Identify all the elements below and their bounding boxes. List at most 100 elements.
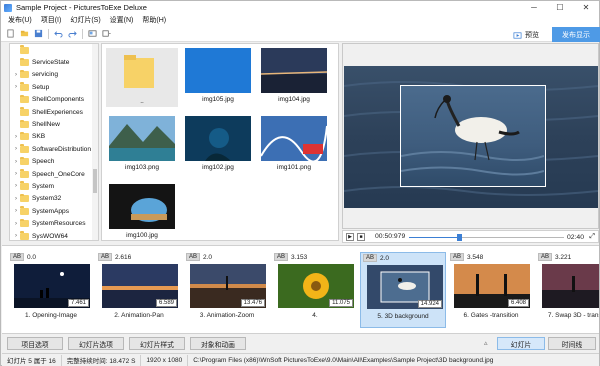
menu-slide[interactable]: 幻灯片(S)	[70, 15, 100, 25]
expand-arrow-icon[interactable]: ›	[12, 208, 20, 214]
ab-badge[interactable]: AB	[98, 253, 113, 261]
tree-item[interactable]	[10, 44, 98, 56]
file-browser: .. img105.jpg img104.jpg img103.png img102.j…	[101, 43, 339, 241]
slide-title: 3. Animation-Zoom	[199, 312, 255, 319]
tree-item[interactable]: › servicing	[10, 69, 98, 81]
file-thumbnail[interactable]: img103.png	[106, 116, 178, 171]
ab-badge[interactable]: AB	[538, 253, 553, 261]
file-image	[261, 48, 327, 93]
menu-publish[interactable]: 发布(U)	[8, 15, 32, 25]
slide-item[interactable]: AB 2.616 6.589 2. Animation-Pan	[96, 252, 182, 328]
maximize-icon[interactable]: ☐	[547, 1, 573, 14]
tree-scrollbar[interactable]	[92, 44, 98, 240]
preview-control[interactable]: 预览	[513, 30, 539, 40]
tree-item[interactable]: › System32	[10, 193, 98, 205]
play-icon[interactable]: ▶	[346, 232, 354, 241]
file-thumbnail[interactable]: ..	[106, 48, 178, 107]
tab-slides[interactable]: 幻灯片	[497, 337, 545, 350]
status-total-duration: 完整持续时间: 18.472 S	[62, 354, 142, 366]
redo-icon[interactable]	[68, 29, 77, 38]
expand-arrow-icon[interactable]: ›	[12, 84, 20, 90]
slide-style-button[interactable]: 幻灯片样式	[129, 337, 185, 350]
menu-help[interactable]: 帮助(H)	[142, 15, 166, 25]
slide-header: AB 2.616	[96, 252, 182, 262]
expand-arrow-icon[interactable]: ›	[12, 233, 20, 239]
file-thumbnail[interactable]: img104.jpg	[258, 48, 330, 103]
slide-title: 1. Opening-Image	[24, 312, 78, 319]
expand-arrow-icon[interactable]: ›	[12, 159, 20, 165]
slide-options-button[interactable]: 幻灯片选项	[68, 337, 124, 350]
tree-item[interactable]: › Speech_OneCore	[10, 168, 98, 180]
tree-item[interactable]: › SKB	[10, 131, 98, 143]
expand-arrow-icon[interactable]: ›	[12, 171, 20, 177]
minimize-icon[interactable]: ─	[521, 1, 547, 14]
slide-item[interactable]: AB 0.0 7.461 1. Opening-Image	[8, 252, 94, 328]
tree-item-label: Speech	[32, 158, 55, 166]
tree-item[interactable]: ShellComponents	[10, 94, 98, 106]
tree-item[interactable]: › SystemApps	[10, 205, 98, 217]
slide-duration: 13.476	[240, 299, 265, 307]
menu-settings[interactable]: 设置(N)	[110, 15, 134, 25]
tree-item-label: ShellExperiences	[32, 108, 83, 116]
expand-arrow-icon[interactable]: ›	[12, 146, 20, 152]
playback-slider[interactable]	[409, 234, 564, 241]
folder-icon	[20, 82, 29, 91]
publish-button[interactable]: 发布显示	[552, 27, 600, 42]
ab-badge[interactable]: AB	[363, 254, 378, 262]
tree-item-label: servicing	[32, 71, 59, 79]
slide-thumbnail	[542, 264, 599, 308]
file-thumbnail[interactable]: img100.jpg	[106, 184, 178, 239]
menu-project[interactable]: 项目(I)	[41, 15, 62, 25]
save-icon[interactable]	[34, 29, 43, 38]
slide-item[interactable]: AB 2.0 14.924 5. 3D background	[360, 252, 446, 328]
tree-item[interactable]: ServiceState	[10, 56, 98, 68]
folder-icon	[20, 169, 29, 178]
undo-icon[interactable]	[54, 29, 63, 38]
tree-item[interactable]: ShellExperiences	[10, 106, 98, 118]
ab-badge[interactable]: AB	[274, 253, 289, 261]
objects-animation-button[interactable]: 对象和动画	[190, 337, 246, 350]
folder-icon	[20, 181, 29, 190]
slide-item[interactable]: AB 2.0 13.476 3. Animation-Zoom	[184, 252, 270, 328]
time-total: 02:40	[566, 234, 584, 241]
tree-item[interactable]: › Setup	[10, 81, 98, 93]
new-file-icon[interactable]	[6, 29, 15, 38]
expand-arrow-icon[interactable]: ›	[12, 72, 20, 78]
file-thumbnail[interactable]: img105.jpg	[182, 48, 254, 103]
file-thumbnail[interactable]: img102.jpg	[182, 116, 254, 171]
view-mode-icon[interactable]	[102, 29, 111, 38]
preview-image-frame	[400, 85, 546, 187]
expand-arrow-icon[interactable]: ›	[12, 134, 20, 140]
tree-item[interactable]: › SoftwareDistribution	[10, 143, 98, 155]
ab-badge[interactable]: AB	[186, 253, 201, 261]
expand-arrow-icon[interactable]: ›	[12, 196, 20, 202]
project-view-icon[interactable]	[88, 29, 97, 38]
preview-canvas	[344, 66, 598, 208]
project-options-button[interactable]: 项目选项	[7, 337, 63, 350]
ab-badge[interactable]: AB	[10, 253, 25, 261]
tree-scroll-thumb[interactable]	[93, 169, 97, 193]
slide-item[interactable]: AB 3.548 6.408 6. Gates -transition	[448, 252, 534, 328]
expand-arrow-icon[interactable]: ›	[12, 221, 20, 227]
preview-panel	[342, 43, 599, 229]
fullscreen-icon[interactable]: ⤢	[589, 233, 595, 241]
expand-arrow-icon[interactable]: ›	[12, 183, 20, 189]
tree-item[interactable]: › SysWOW64	[10, 230, 98, 240]
playback-knob[interactable]	[456, 234, 462, 241]
tree-item[interactable]: › SystemResources	[10, 217, 98, 229]
tree-item[interactable]: › Speech	[10, 156, 98, 168]
tree-item[interactable]: › System	[10, 180, 98, 192]
slide-item[interactable]: AB3.221 7. Swap 3D - transitio	[536, 252, 599, 328]
slide-item[interactable]: AB 3.153 11.075 4.	[272, 252, 358, 328]
tab-timeline[interactable]: 时间线	[548, 337, 596, 350]
slide-thumbnail: 11.075	[278, 264, 354, 308]
slide-transition-time: 3.548	[467, 253, 484, 261]
open-folder-icon[interactable]	[20, 29, 29, 38]
collapse-icon[interactable]: ▵	[484, 339, 488, 347]
close-icon[interactable]: ✕	[573, 1, 599, 14]
tree-item[interactable]: ShellNew	[10, 118, 98, 130]
stop-icon[interactable]: ■	[357, 232, 365, 241]
file-thumbnail[interactable]: img101.png	[258, 116, 330, 171]
tree-item-label: System32	[32, 195, 62, 203]
ab-badge[interactable]: AB	[450, 253, 465, 261]
